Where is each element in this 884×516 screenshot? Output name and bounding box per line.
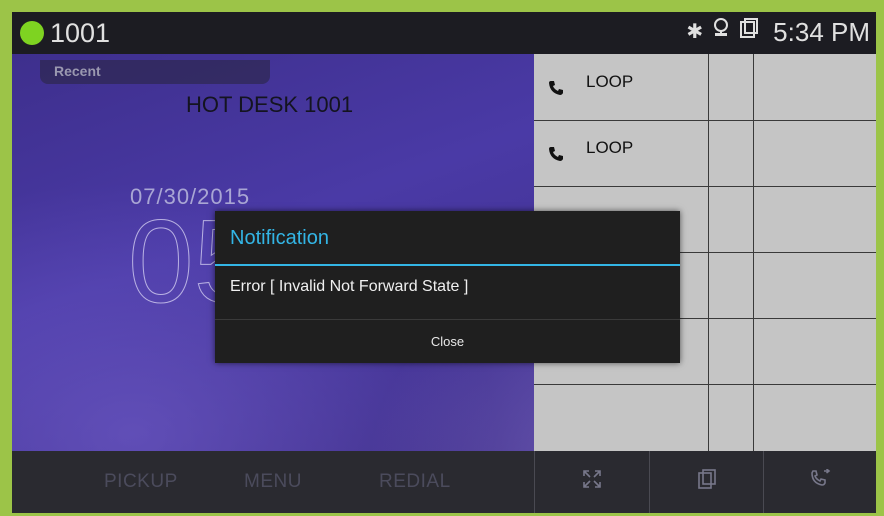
menu-softkey[interactable]: MENU <box>244 471 302 493</box>
line-key-label: LOOP <box>586 138 634 157</box>
dialog-message: Error [ Invalid Not Forward State ] <box>230 278 469 295</box>
hotdesk-icon <box>697 468 717 497</box>
bluetooth-icon: ✱ <box>686 21 704 43</box>
call-forward-icon <box>810 468 832 496</box>
expand-icon <box>582 468 602 496</box>
notification-dialog: Notification Error [ Invalid Not Forward… <box>215 211 680 363</box>
presence-indicator[interactable] <box>20 21 44 45</box>
softkey-bar: PICKUP MENU REDIAL <box>12 451 876 513</box>
expand-button[interactable] <box>534 451 649 513</box>
line-key-2[interactable]: LOOP <box>534 120 708 184</box>
dialog-title-divider <box>215 264 680 266</box>
line-key-1[interactable]: LOOP <box>534 54 708 118</box>
dialog-title: Notification <box>230 227 329 249</box>
line-key-label: LOOP <box>586 72 634 91</box>
clock: 5:34 PM <box>773 17 870 47</box>
close-button[interactable]: Close <box>215 320 680 363</box>
redial-softkey[interactable]: REDIAL <box>379 471 451 493</box>
network-icon <box>711 17 731 47</box>
hotdesk-button[interactable] <box>649 451 764 513</box>
phone-icon <box>548 80 564 101</box>
grid-divider <box>534 384 876 385</box>
hotdesk-icon <box>739 17 759 47</box>
extension-number: 1001 <box>50 18 111 48</box>
phone-icon <box>548 146 564 167</box>
status-icons: ✱ 5:34 PM <box>686 17 870 47</box>
pickup-softkey[interactable]: PICKUP <box>104 471 178 493</box>
call-forward-button[interactable] <box>763 451 876 513</box>
grid-divider <box>534 186 876 187</box>
hot-desk-title: HOT DESK 1001 <box>186 92 354 117</box>
phone-screen: 1001 ✱ 5:34 PM Recent HOT DESK 1001 07/3… <box>12 12 876 513</box>
status-bar: 1001 ✱ 5:34 PM <box>12 12 876 54</box>
recent-tab[interactable]: Recent <box>40 60 270 84</box>
